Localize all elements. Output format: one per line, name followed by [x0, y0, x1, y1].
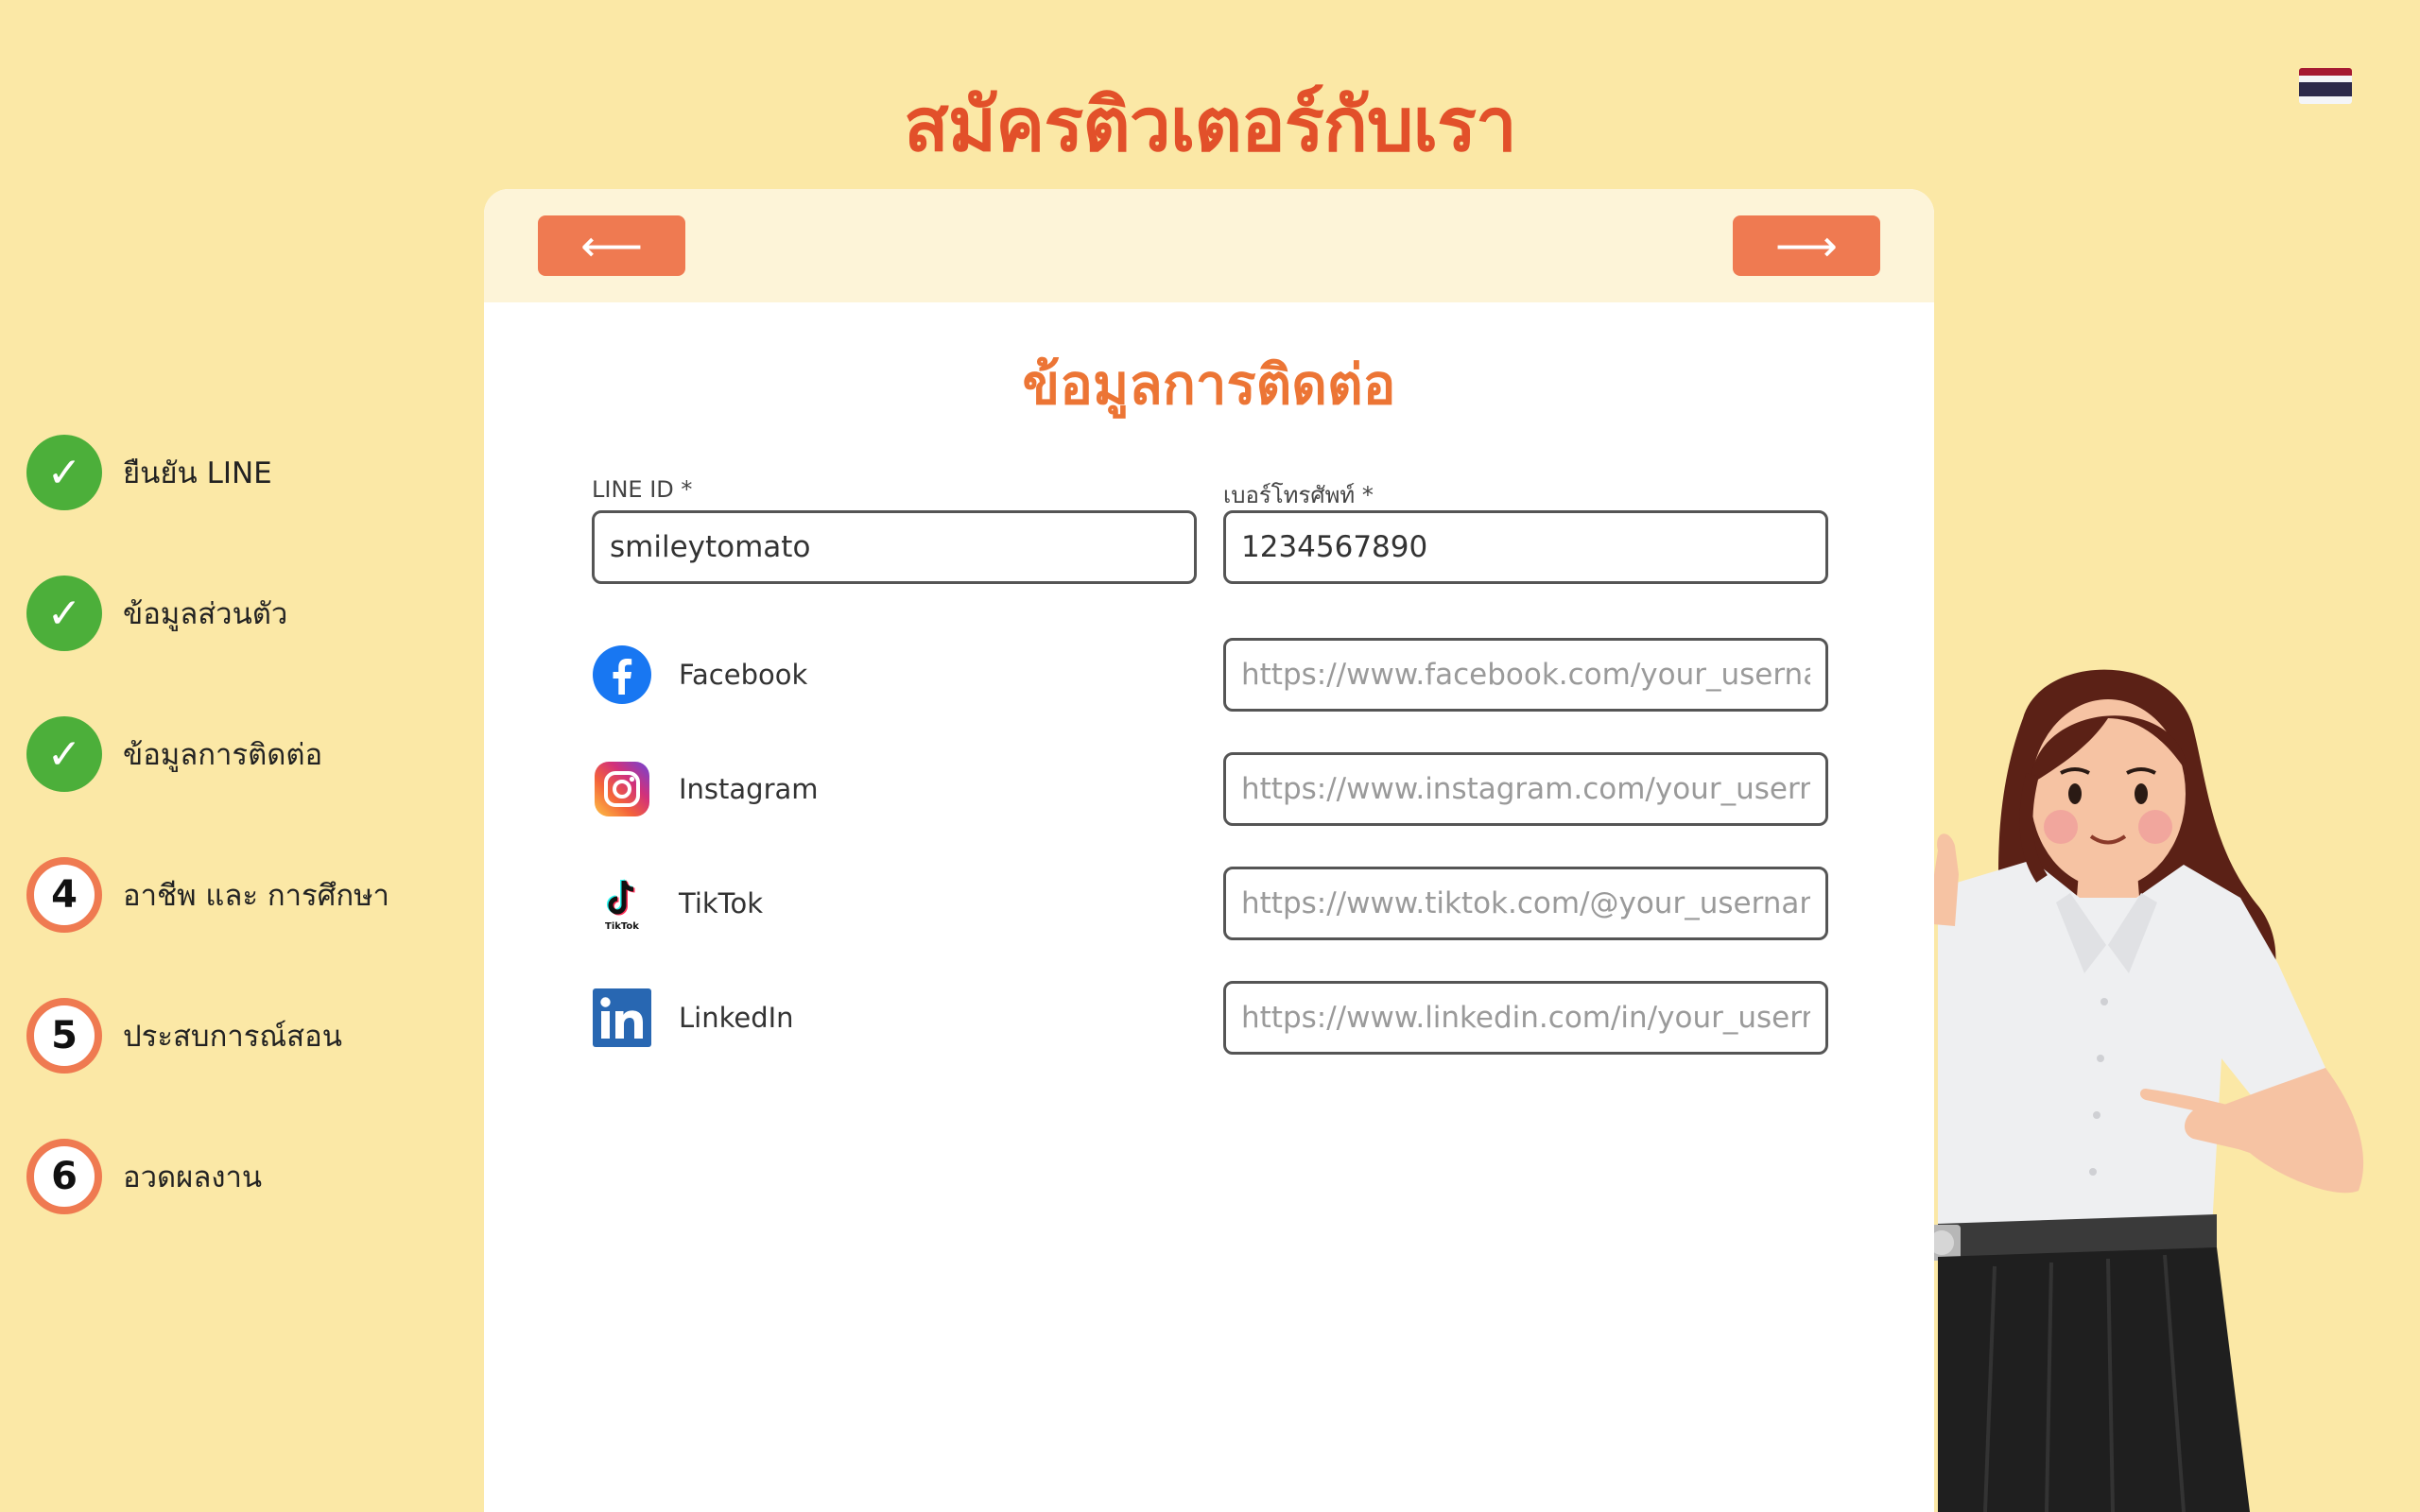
step-5[interactable]: 5 ประสบการณ์สอน [26, 998, 342, 1074]
page-title: สมัครติวเตอร์กับเรา [904, 83, 1517, 168]
phone-input[interactable] [1223, 510, 1828, 584]
social-name: TikTok [679, 887, 763, 919]
back-button[interactable]: ⟵ [538, 215, 685, 276]
form-card: ⟵ ⟶ ข้อมูลการติดต่อ LINE ID * เบอร์โทรศั… [484, 189, 1934, 1512]
linkedin-row: LinkedIn [592, 988, 794, 1048]
tutor-mascot-illustration [1881, 662, 2364, 1512]
step-4[interactable]: 4 อาชีพ และ การศึกษา [26, 857, 389, 933]
facebook-row: Facebook [592, 644, 807, 705]
step-label: ข้อมูลการติดต่อ [123, 738, 323, 772]
thai-flag-icon[interactable] [2299, 68, 2352, 104]
step-1[interactable]: ✓ ยืนยัน LINE [26, 435, 272, 510]
check-icon: ✓ [26, 435, 102, 510]
step-label: อาชีพ และ การศึกษา [123, 879, 389, 913]
check-icon: ✓ [26, 716, 102, 792]
line-id-input[interactable] [592, 510, 1197, 584]
social-name: Instagram [679, 773, 819, 805]
tiktok-icon: TikTok [592, 873, 652, 934]
tiktok-url-input[interactable] [1223, 867, 1828, 940]
step-number: 6 [26, 1139, 102, 1214]
step-3[interactable]: ✓ ข้อมูลการติดต่อ [26, 716, 322, 792]
social-name: Facebook [679, 659, 808, 691]
step-2[interactable]: ✓ ข้อมูลส่วนตัว [26, 576, 287, 651]
instagram-icon [592, 759, 652, 819]
step-label: ยืนยัน LINE [123, 456, 272, 490]
linkedin-url-input[interactable] [1223, 981, 1828, 1055]
facebook-icon [592, 644, 652, 705]
step-6[interactable]: 6 อวดผลงาน [26, 1139, 262, 1214]
phone-label: เบอร์โทรศัพท์ * [1223, 482, 1374, 508]
social-name: LinkedIn [679, 1002, 794, 1034]
line-id-label: LINE ID * [592, 476, 693, 503]
step-number: 4 [26, 857, 102, 933]
next-button[interactable]: ⟶ [1733, 215, 1880, 276]
card-header: ⟵ ⟶ [484, 189, 1934, 302]
step-label: อวดผลงาน [123, 1160, 263, 1194]
tiktok-row: TikTok TikTok [592, 873, 763, 934]
facebook-url-input[interactable] [1223, 638, 1828, 712]
section-title: ข้อมูลการติดต่อ [1022, 352, 1396, 417]
check-icon: ✓ [26, 576, 102, 651]
step-number: 5 [26, 998, 102, 1074]
svg-text:TikTok: TikTok [605, 921, 639, 932]
step-label: ประสบการณ์สอน [123, 1020, 342, 1054]
page: สมัครติวเตอร์กับเรา ✓ ยืนยัน LINE ✓ ข้อม… [0, 0, 2420, 1512]
step-label: ข้อมูลส่วนตัว [123, 597, 288, 631]
instagram-row: Instagram [592, 759, 819, 819]
linkedin-icon [592, 988, 652, 1048]
instagram-url-input[interactable] [1223, 752, 1828, 826]
